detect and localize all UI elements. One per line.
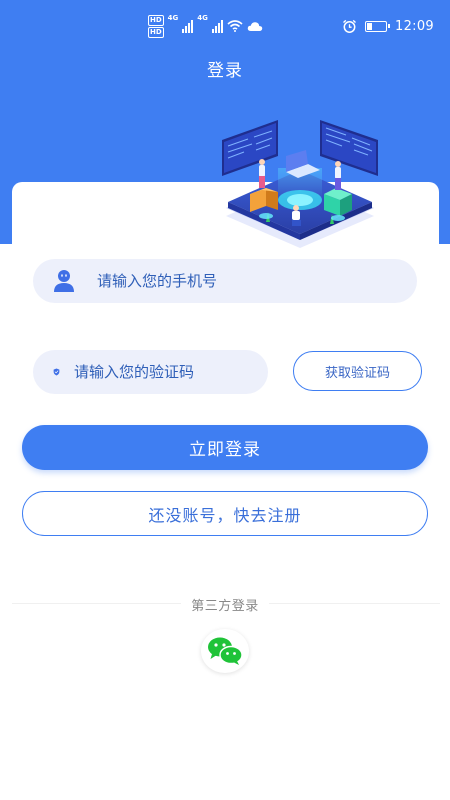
status-time: 12:09 [395,18,434,34]
phone-field[interactable] [33,259,417,303]
code-input[interactable] [74,350,268,394]
get-code-button[interactable]: 获取验证码 [293,351,422,391]
status-right: 12:09 [342,16,434,36]
battery-icon [365,20,391,32]
code-field[interactable] [33,350,268,394]
shield-check-icon [53,368,60,376]
hd-badge-2: HD [148,26,164,38]
login-button[interactable]: 立即登录 [22,425,428,470]
signal-icon [182,19,194,33]
status-left: HD HD 4G 4G [148,14,263,38]
hd-icon: HD HD [148,14,164,38]
status-bar: HD HD 4G 4G 12:09 [0,0,450,52]
signal-icon [211,19,223,33]
wechat-icon [208,637,243,665]
phone-input[interactable] [97,259,417,303]
user-icon [54,270,74,292]
alarm-icon [343,19,357,33]
network-type-1: 4G [167,14,179,22]
third-party-section: 第三方登录 [0,595,450,614]
server-illustration [222,120,378,248]
page-title: 登录 [207,61,243,81]
hd-badge-1: HD [148,14,164,26]
third-party-label: 第三方登录 [181,599,269,614]
battery-level [367,22,373,30]
wechat-login-button[interactable] [201,629,249,673]
wifi-icon [227,20,243,32]
register-button[interactable]: 还没账号，快去注册 [22,491,428,536]
network-type-2: 4G [197,14,208,22]
cloud-icon [247,21,263,31]
